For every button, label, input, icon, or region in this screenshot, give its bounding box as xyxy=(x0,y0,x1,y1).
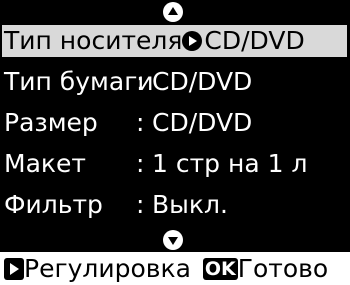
menu-item-layout[interactable]: Макет:1 стр на 1 л xyxy=(2,148,347,180)
menu-item-paper-type[interactable]: Тип бумаги: CD/DVD xyxy=(2,66,347,98)
menu-item-value: CD/DVD xyxy=(204,26,305,55)
menu-item-label: Тип бумаги xyxy=(4,67,154,96)
done-label: Готово xyxy=(237,254,329,283)
scroll-down-icon[interactable] xyxy=(163,230,183,250)
right-arrow-icon xyxy=(4,258,24,280)
menu-item-value: Выкл. xyxy=(152,190,228,219)
menu-item-value: CD/DVD xyxy=(152,108,253,137)
separator: : xyxy=(136,149,145,178)
adjust-label: Регулировка xyxy=(24,254,191,283)
menu-item-filter[interactable]: Фильтр: Выкл. xyxy=(2,189,347,221)
separator: : xyxy=(136,190,145,219)
menu-item-value: CD/DVD xyxy=(152,67,253,96)
separator: : xyxy=(136,67,145,96)
menu-item-label: Фильтр xyxy=(4,190,103,219)
right-arrow-icon xyxy=(182,31,203,51)
ok-key-icon: OK xyxy=(202,258,238,280)
footer-bar: Регулировка OKГотово xyxy=(0,252,350,285)
menu-item-value: 1 стр на 1 л xyxy=(152,149,308,178)
separator: : xyxy=(136,108,145,137)
menu-item-label: Макет xyxy=(4,149,86,178)
menu-item-label: Размер xyxy=(4,108,98,137)
scroll-up-icon[interactable] xyxy=(163,2,183,22)
menu-item-label: Тип носителя xyxy=(4,26,183,55)
lcd-screen: Тип носителя CD/DVD Тип бумаги: CD/DVD Раз… xyxy=(0,0,350,285)
menu-item-size[interactable]: Размер: CD/DVD xyxy=(2,107,347,139)
menu-item-media-type[interactable]: Тип носителя CD/DVD xyxy=(2,25,347,57)
